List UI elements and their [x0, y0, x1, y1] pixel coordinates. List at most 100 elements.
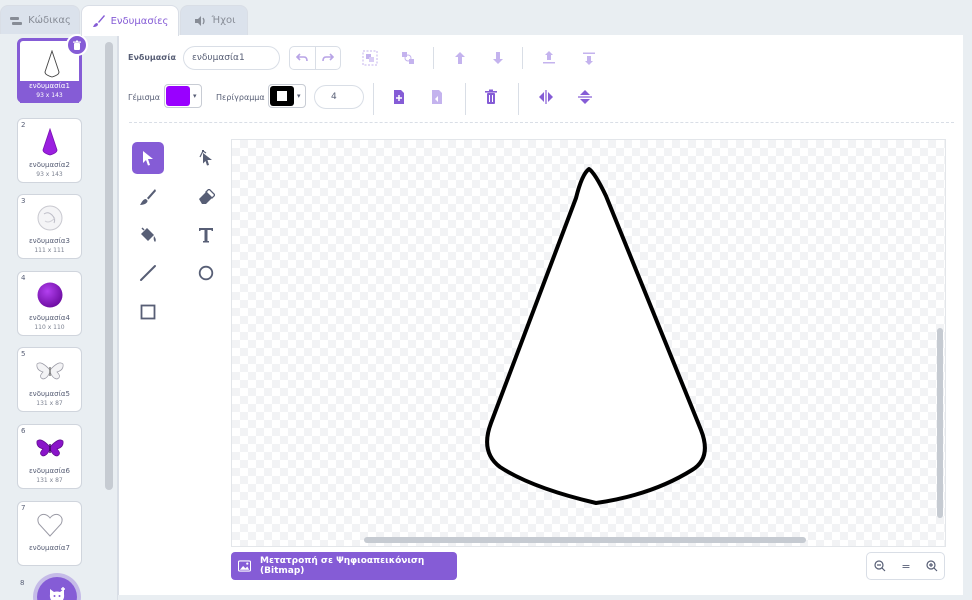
drawing-canvas[interactable] — [231, 139, 946, 547]
zoom-in-icon — [926, 560, 938, 572]
canvas-horizontal-scrollbar[interactable] — [364, 537, 806, 543]
tab-code-label: Κώδικας — [28, 15, 71, 26]
outline-swatch — [270, 86, 294, 106]
costume-item-7[interactable]: 7 ενδυμασία7 — [17, 501, 82, 566]
back-button[interactable] — [578, 47, 600, 69]
tab-costumes-label: Ενδυμασίες — [110, 15, 169, 27]
reshape-icon — [199, 150, 212, 166]
costume-item-6[interactable]: 6 ενδυμασία6 131 x 87 — [17, 424, 82, 489]
costume-size: 93 x 143 — [36, 92, 63, 99]
send-back-icon — [583, 52, 595, 65]
rectangle-icon — [140, 304, 156, 320]
costume-thumbnail — [18, 125, 81, 159]
brush-tool[interactable] — [132, 181, 164, 213]
group-button[interactable] — [359, 47, 381, 69]
costume-name: ενδυμασία2 — [29, 161, 70, 169]
divider — [373, 83, 374, 115]
costume-size: 131 x 87 — [36, 400, 63, 407]
divider — [522, 47, 523, 69]
divider — [518, 83, 519, 115]
costume-name: ενδυμασία1 — [29, 82, 70, 90]
copy-button[interactable] — [388, 86, 410, 108]
convert-button-label: Μετατροπή σε Ψηφιοαπεικόνιση (Bitmap) — [260, 556, 425, 576]
costume-name: ενδυμασία7 — [29, 544, 70, 552]
tab-code[interactable]: Κώδικας — [0, 5, 80, 35]
costume-size: 131 x 87 — [36, 477, 63, 484]
zoom-in-button[interactable] — [919, 553, 945, 579]
costume-name: ενδυμασία3 — [29, 237, 70, 245]
sidebar-scroll-thumb[interactable] — [105, 42, 113, 490]
tab-sounds-label: Ήχοι — [211, 15, 236, 26]
circle-tool[interactable] — [190, 257, 222, 289]
pointer-icon — [143, 151, 153, 166]
forward-button[interactable] — [449, 47, 471, 69]
costume-thumbnail — [18, 431, 81, 465]
delete-button[interactable] — [480, 86, 502, 108]
group-icon — [362, 50, 378, 66]
bring-front-icon — [543, 51, 555, 64]
copy-icon — [394, 90, 404, 104]
text-tool[interactable] — [190, 219, 222, 251]
line-tool[interactable] — [132, 257, 164, 289]
ungroup-button[interactable] — [397, 47, 419, 69]
outline-color-picker[interactable]: ▾ — [268, 84, 306, 108]
canvas-vertical-scrollbar[interactable] — [937, 328, 943, 518]
trash-icon — [73, 40, 81, 50]
divider — [315, 47, 316, 69]
divider — [433, 47, 434, 69]
backward-button[interactable] — [487, 47, 509, 69]
undo-redo-group — [289, 46, 341, 70]
arrow-down-icon — [493, 52, 503, 64]
front-button[interactable] — [538, 47, 560, 69]
tab-sounds[interactable]: Ήχοι — [180, 5, 248, 35]
costume-name: ενδυμασία4 — [29, 314, 70, 322]
paint-editor: Ενδυμασία ενδυμασία1 Γέμισμα ▾ Περίγραμμ… — [118, 35, 963, 595]
flip-horizontal-button[interactable] — [535, 86, 557, 108]
costume-number-8: 8 — [20, 579, 25, 587]
costume-name-label: Ενδυμασία — [128, 53, 177, 62]
reshape-tool[interactable] — [190, 142, 222, 174]
costume-size: 111 x 111 — [34, 247, 65, 254]
brush-icon — [92, 15, 105, 27]
circle-icon — [198, 265, 214, 281]
costume-item-4[interactable]: 4 ενδυμασία4 110 x 110 — [17, 271, 82, 336]
costume-item-3[interactable]: 3 ενδυμασία3 111 x 111 — [17, 194, 82, 259]
costume-thumbnail — [18, 508, 81, 542]
redo-button[interactable] — [317, 47, 339, 69]
delete-costume-button[interactable] — [66, 34, 88, 56]
line-icon — [140, 265, 156, 281]
costume-shape[interactable] — [232, 140, 946, 547]
add-costume-button[interactable] — [37, 577, 77, 600]
toolbar-divider — [129, 122, 954, 123]
fill-tool[interactable] — [132, 219, 164, 251]
costume-item-2[interactable]: 2 ενδυμασία2 93 x 143 — [17, 118, 82, 183]
costume-name: ενδυμασία5 — [29, 390, 70, 398]
divider — [465, 83, 466, 115]
outline-width-input[interactable]: 4 — [314, 85, 364, 109]
select-tool[interactable] — [132, 142, 164, 174]
fill-color-picker[interactable]: ▾ — [164, 84, 202, 108]
undo-button[interactable] — [291, 47, 313, 69]
paste-button[interactable] — [426, 86, 448, 108]
convert-to-bitmap-button[interactable]: Μετατροπή σε Ψηφιοαπεικόνιση (Bitmap) — [231, 552, 457, 580]
eraser-icon — [199, 189, 215, 204]
undo-icon — [296, 53, 308, 62]
zoom-out-icon — [874, 560, 886, 572]
flip-vertical-button[interactable] — [574, 86, 596, 108]
flip-horizontal-icon — [539, 90, 553, 104]
fill-swatch — [166, 86, 190, 106]
eraser-tool[interactable] — [190, 181, 222, 213]
zoom-out-button[interactable] — [867, 553, 893, 579]
zoom-reset-button[interactable]: = — [893, 553, 919, 579]
outline-label: Περίγραμμα — [216, 93, 265, 102]
costume-name-input[interactable]: ενδυμασία1 — [183, 46, 280, 70]
rectangle-tool[interactable] — [132, 296, 164, 328]
sidebar-scrollbar[interactable] — [104, 38, 114, 596]
costume-item-5[interactable]: 5 ενδυμασία5 131 x 87 — [17, 347, 82, 412]
costume-thumbnail — [18, 278, 81, 312]
image-icon — [238, 560, 252, 572]
tab-costumes[interactable]: Ενδυμασίες — [81, 5, 179, 36]
code-icon — [10, 16, 23, 25]
flip-vertical-icon — [578, 90, 592, 104]
fill-label: Γέμισμα — [128, 93, 161, 102]
